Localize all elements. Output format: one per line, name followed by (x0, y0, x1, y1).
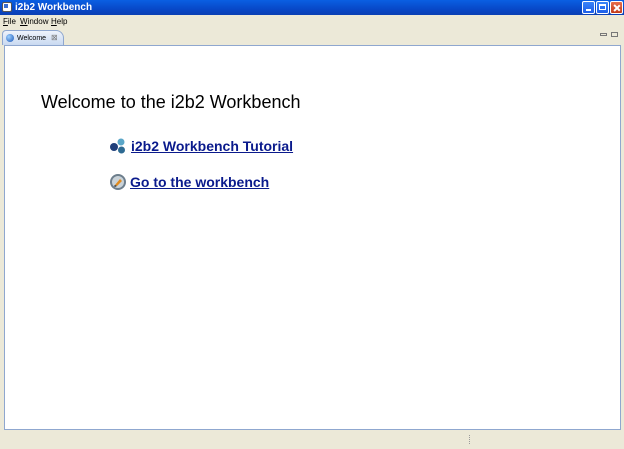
workbench-icon (110, 174, 126, 190)
status-bar (0, 431, 624, 449)
view-maximize-button[interactable] (611, 32, 618, 37)
menu-bar: File Window Help (0, 15, 624, 27)
close-window-button[interactable] (610, 1, 623, 14)
view-minimize-button[interactable] (600, 33, 607, 36)
window-title: i2b2 Workbench (15, 2, 93, 13)
menu-help[interactable]: Help (51, 17, 67, 26)
app-icon[interactable] (2, 2, 12, 12)
workbench-link[interactable]: Go to the workbench (130, 173, 269, 191)
tab-label: Welcome (17, 35, 47, 42)
menu-file[interactable]: File (3, 17, 16, 26)
tab-welcome[interactable]: Welcome ⊠ (2, 30, 64, 45)
tutorial-link[interactable]: i2b2 Workbench Tutorial (131, 137, 293, 155)
tab-close-icon[interactable]: ⊠ (51, 33, 58, 42)
menu-window[interactable]: Window (20, 17, 48, 26)
tutorial-icon (110, 138, 125, 154)
minimize-button[interactable] (582, 1, 595, 14)
status-divider (469, 435, 471, 444)
editor-tab-strip: Welcome ⊠ (0, 30, 624, 45)
welcome-icon (6, 34, 14, 42)
welcome-panel: Welcome to the i2b2 Workbench i2b2 Workb… (4, 45, 621, 430)
maximize-button[interactable] (596, 1, 609, 14)
title-bar: i2b2 Workbench (0, 0, 624, 15)
page-title: Welcome to the i2b2 Workbench (41, 92, 301, 112)
